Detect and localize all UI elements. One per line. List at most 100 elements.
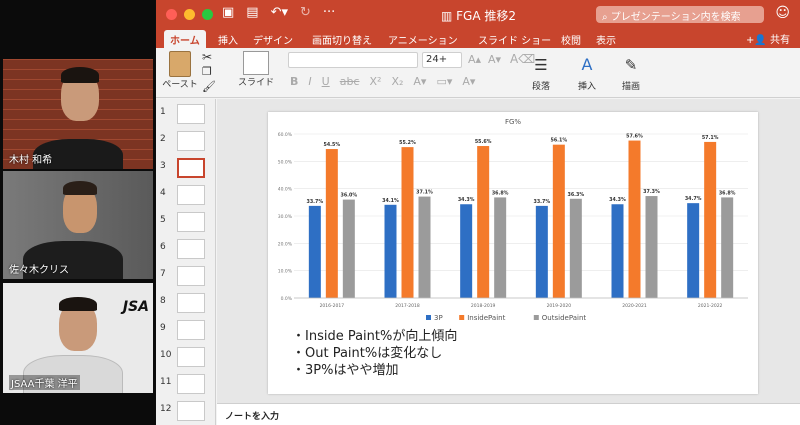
tab-design[interactable]: デザイン bbox=[247, 30, 299, 49]
current-slide[interactable]: FG% 0.0% 10.0% 20.0% 30.0% 40.0% 50.0% 60.0% 33.… bbox=[268, 112, 758, 394]
font-size-select[interactable]: 24+ bbox=[422, 52, 462, 68]
bar-outsidepaint bbox=[494, 197, 507, 298]
tab-review[interactable]: 校閲 bbox=[555, 30, 587, 49]
smiley-icon[interactable]: ☺ bbox=[775, 5, 790, 21]
slide-thumbnail-3[interactable]: 3 bbox=[156, 157, 216, 181]
tab-home[interactable]: ホーム bbox=[164, 30, 206, 48]
fg-percent-chart[interactable]: FG% 0.0% 10.0% 20.0% 30.0% 40.0% 50.0% 60.0% 33.… bbox=[268, 112, 758, 322]
tab-slideshow[interactable]: スライド ショー bbox=[472, 30, 557, 49]
tab-animations[interactable]: アニメーション bbox=[382, 30, 464, 49]
bar-insidepaint bbox=[325, 149, 338, 298]
data-label: 36.8% bbox=[492, 190, 509, 196]
bar-outsidepaint bbox=[418, 196, 431, 298]
bar-3p bbox=[687, 203, 700, 298]
legend-swatch bbox=[459, 315, 465, 320]
screen: 木村 和希 佐々木クリス JSA JSAA千葉 洋平 ▣ ▤ ↶▾ ↻ ··· … bbox=[0, 0, 800, 425]
highlight-icon[interactable]: ▭▾ bbox=[436, 75, 452, 88]
save-icon[interactable]: ▤ bbox=[246, 5, 258, 20]
bold-icon[interactable]: B bbox=[290, 75, 298, 88]
add-person-icon: +👤 bbox=[745, 35, 770, 46]
slide-thumbnail-12[interactable]: 12 bbox=[156, 400, 216, 424]
paste-button[interactable]: ペースト bbox=[162, 51, 198, 90]
legend-label: 3P bbox=[434, 314, 443, 322]
participant-tile-3[interactable]: JSA JSAA千葉 洋平 bbox=[3, 283, 153, 393]
tab-transitions[interactable]: 画面切り替え bbox=[306, 30, 378, 49]
draw-button[interactable]: ✎ 描画 bbox=[614, 51, 648, 92]
bar-3p bbox=[611, 204, 624, 298]
tab-view[interactable]: 表示 bbox=[590, 30, 622, 49]
paragraph-button[interactable]: ☰ 段落 bbox=[524, 51, 558, 92]
thumbnail-number: 3 bbox=[160, 161, 166, 171]
format-painter-icon[interactable]: 🖌 bbox=[202, 80, 216, 93]
thumbnail-preview bbox=[177, 212, 205, 232]
close-window-button[interactable] bbox=[166, 9, 177, 20]
italic-icon[interactable]: I bbox=[308, 75, 311, 88]
tab-insert[interactable]: 挿入 bbox=[212, 30, 244, 49]
data-label: 36.8% bbox=[719, 190, 736, 196]
undo-icon[interactable]: ↶▾ bbox=[271, 5, 288, 20]
cut-icon[interactable]: ✂ bbox=[202, 50, 212, 64]
minimize-window-button[interactable] bbox=[184, 9, 195, 20]
y-tick-label: 60.0% bbox=[278, 132, 293, 138]
thumbnail-number: 1 bbox=[160, 107, 166, 117]
font-style-group: B I Uabc X² X₂ A▾ ▭▾ A▾ bbox=[290, 75, 475, 88]
redo-icon[interactable]: ↻ bbox=[300, 5, 311, 20]
slide-thumbnail-6[interactable]: 6 bbox=[156, 238, 216, 262]
thumbnail-number: 4 bbox=[160, 188, 166, 198]
slide-thumbnail-1[interactable]: 1 bbox=[156, 103, 216, 127]
ribbon-toolbar: ペースト ✂ ❐ 🖌 スライド 24+ A▴ A▾ A⌫ B I Uabc X² X₂ A… bbox=[156, 48, 800, 98]
bullet-item: ・Inside Paint%が向上傾向 bbox=[292, 329, 458, 344]
slide-thumbnail-4[interactable]: 4 bbox=[156, 184, 216, 208]
data-label: 55.2% bbox=[399, 140, 416, 146]
underline-icon[interactable]: U bbox=[322, 75, 330, 88]
sidebar-toggle-icon[interactable]: ▣ bbox=[222, 5, 234, 20]
slide-thumbnail-11[interactable]: 11 bbox=[156, 373, 216, 397]
superscript-icon[interactable]: X² bbox=[369, 75, 381, 88]
quick-access-toolbar: ▣ ▤ ↶▾ ↻ ··· bbox=[222, 5, 335, 20]
video-participants-panel: 木村 和希 佐々木クリス JSA JSAA千葉 洋平 bbox=[0, 0, 155, 425]
bar-3p bbox=[535, 205, 548, 298]
x-tick-label: 2021-2022 bbox=[698, 303, 723, 309]
slide-thumbnail-5[interactable]: 5 bbox=[156, 211, 216, 235]
notes-input[interactable]: ノートを入力 bbox=[217, 403, 800, 425]
data-label: 34.1% bbox=[382, 198, 399, 204]
y-tick-label: 30.0% bbox=[278, 214, 293, 220]
pen-icon: ✎ bbox=[624, 56, 638, 74]
slide-thumbnail-10[interactable]: 10 bbox=[156, 346, 216, 370]
participant-tile-1[interactable]: 木村 和希 bbox=[3, 59, 153, 169]
thumbnail-number: 10 bbox=[160, 350, 172, 360]
participant-tile-2[interactable]: 佐々木クリス bbox=[3, 171, 153, 279]
bar-insidepaint bbox=[401, 147, 414, 298]
slide-bullet-list[interactable]: ・Inside Paint%が向上傾向 ・Out Paint%は変化なし ・3P… bbox=[292, 328, 457, 379]
participant-hair bbox=[59, 297, 97, 311]
more-icon[interactable]: ··· bbox=[323, 5, 335, 20]
decrease-font-icon[interactable]: A▾ bbox=[488, 53, 501, 66]
text-shape-icon: A bbox=[581, 55, 593, 74]
thumbnail-preview bbox=[177, 293, 205, 313]
title-bar: ▣ ▤ ↶▾ ↻ ··· ▥ FGA 推移2 ⌕ プレゼンテーション内を検索 ☺ bbox=[156, 0, 800, 28]
participant-name: 佐々木クリス bbox=[9, 265, 69, 276]
increase-font-icon[interactable]: A▴ bbox=[468, 53, 481, 66]
slide-thumbnail-7[interactable]: 7 bbox=[156, 265, 216, 289]
copy-icon[interactable]: ❐ bbox=[202, 65, 212, 78]
new-slide-button[interactable]: スライド bbox=[234, 51, 278, 88]
participant-name: JSAA千葉 洋平 bbox=[9, 375, 80, 390]
share-button[interactable]: +👤 共有 bbox=[746, 31, 790, 46]
y-tick-label: 0.0% bbox=[281, 296, 293, 302]
y-tick-label: 50.0% bbox=[278, 159, 293, 165]
data-label: 33.7% bbox=[534, 199, 551, 205]
strikethrough-icon[interactable]: abc bbox=[340, 75, 360, 88]
slide-thumbnail-8[interactable]: 8 bbox=[156, 292, 216, 316]
slide-editing-canvas: FG% 0.0% 10.0% 20.0% 30.0% 40.0% 50.0% 60.0% 33.… bbox=[217, 99, 800, 403]
font-name-select[interactable] bbox=[288, 52, 418, 68]
slide-thumbnail-2[interactable]: 2 bbox=[156, 130, 216, 154]
text-effect-icon[interactable]: A▾ bbox=[413, 75, 426, 88]
font-color-icon[interactable]: A▾ bbox=[462, 75, 475, 88]
thumbnail-preview bbox=[177, 239, 205, 259]
slide-thumbnail-9[interactable]: 9 bbox=[156, 319, 216, 343]
zoom-window-button[interactable] bbox=[202, 9, 213, 20]
search-input[interactable]: ⌕ プレゼンテーション内を検索 bbox=[596, 6, 764, 23]
thumbnail-number: 5 bbox=[160, 215, 166, 225]
insert-button[interactable]: A 挿入 bbox=[570, 51, 604, 92]
subscript-icon[interactable]: X₂ bbox=[391, 75, 403, 88]
